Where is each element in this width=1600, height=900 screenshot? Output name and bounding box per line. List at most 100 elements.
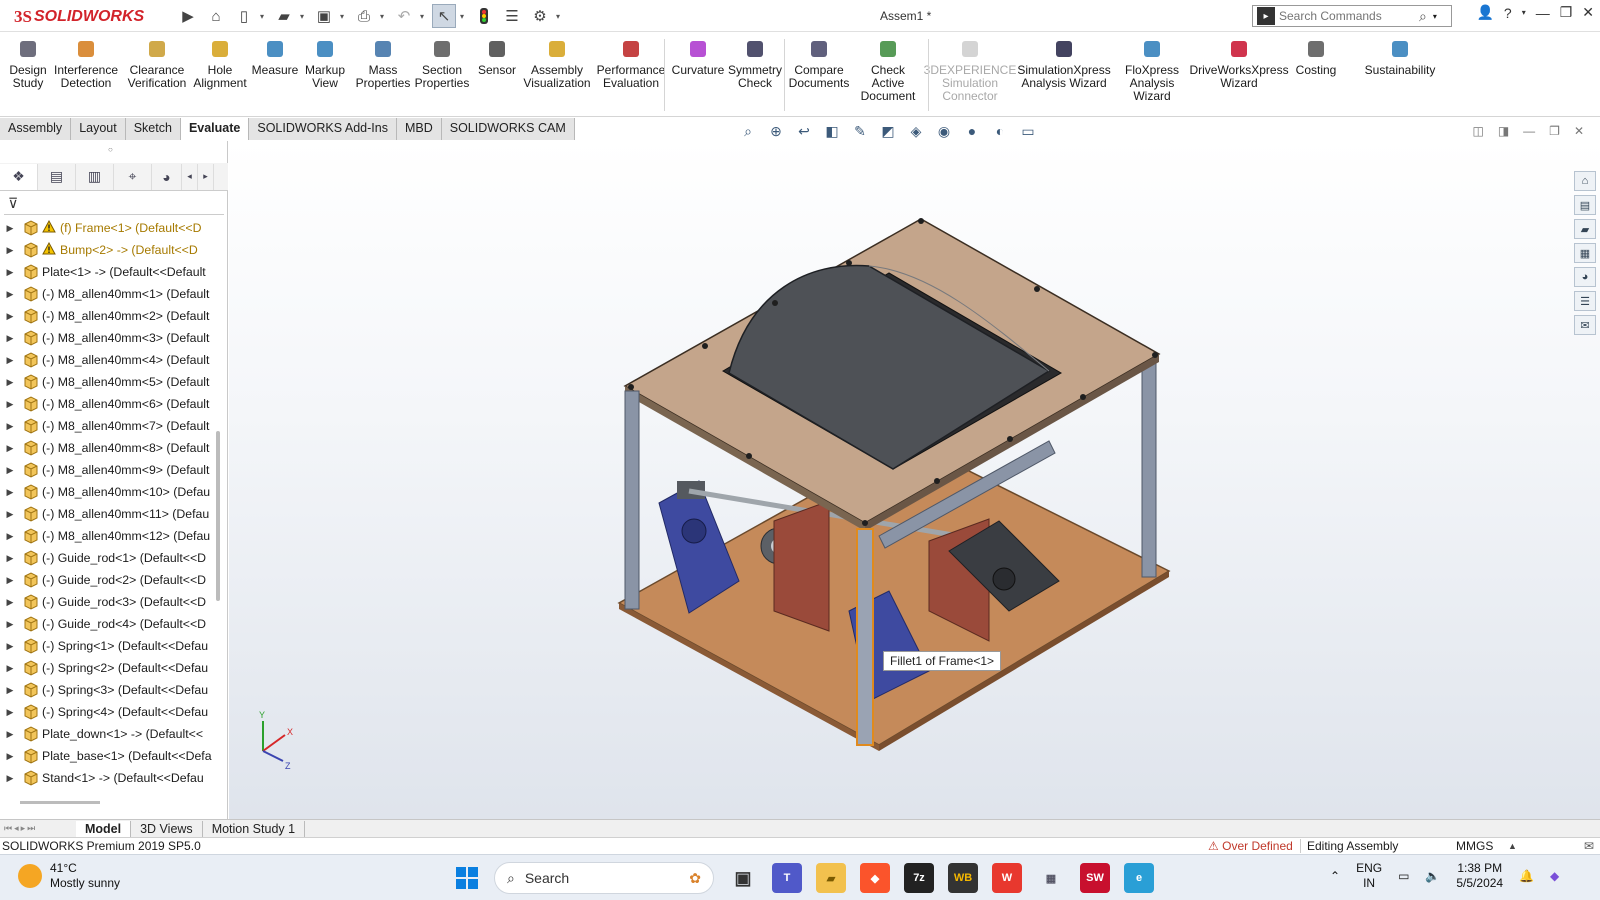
edge-browser-icon[interactable]: e <box>1124 863 1154 893</box>
tree-item[interactable]: ▶ (-) Guide_rod<1> (Default<<D <box>0 547 220 569</box>
new-dropdown-icon[interactable]: ▾ <box>260 12 268 21</box>
expand-arrow-icon[interactable]: ▶ <box>0 399 20 410</box>
driveworks-button[interactable]: DriveWorksXpress Wizard <box>1189 37 1289 113</box>
filter-icon[interactable]: ⊽ <box>8 195 18 212</box>
close-icon[interactable]: ✕ <box>1582 4 1594 21</box>
display-manager-tab-icon[interactable]: ◕ <box>152 163 182 190</box>
hide-show-items-icon[interactable]: ◉ <box>934 122 954 140</box>
last-tab-icon[interactable]: ⏭ <box>27 823 35 834</box>
file-explorer-taskbar-icon[interactable]: ▰ <box>816 863 846 893</box>
previous-view-icon[interactable]: ↩ <box>794 122 814 140</box>
next-tab-icon[interactable]: ▸ <box>21 823 26 834</box>
file-explorer-icon[interactable]: ▰ <box>1574 219 1596 239</box>
performance-button[interactable]: Performance Evaluation <box>597 37 665 113</box>
custom-properties-icon[interactable]: ☰ <box>1574 291 1596 311</box>
network-icon[interactable]: ▭ <box>1398 869 1409 883</box>
taskbar-search[interactable]: ⌕ Search ✿ <box>494 862 714 894</box>
tree-item[interactable]: ▶ Plate<1> -> (Default<<Default <box>0 261 220 283</box>
tab-assembly[interactable]: Assembly <box>0 118 72 140</box>
tree-item[interactable]: ▶ (-) M8_allen40mm<1> (Default <box>0 283 220 305</box>
section-view-icon[interactable]: ◧ <box>822 122 842 140</box>
view-orientation-icon[interactable]: ◩ <box>878 122 898 140</box>
select-dropdown-icon[interactable]: ▾ <box>460 12 468 21</box>
tree-horizontal-scrollbar[interactable] <box>20 801 100 804</box>
dynamic-annotation-icon[interactable]: ✎ <box>850 122 870 140</box>
tree-item[interactable]: ▶ (-) Spring<1> (Default<<Defau <box>0 635 220 657</box>
tree-item[interactable]: ▶ (-) M8_allen40mm<6> (Default <box>0 393 220 415</box>
markup-button[interactable]: Markup View <box>302 37 348 113</box>
expand-arrow-icon[interactable]: ▶ <box>0 531 20 542</box>
tile-left-icon[interactable]: ◫ <box>1472 124 1483 138</box>
undo-dropdown-icon[interactable]: ▾ <box>420 12 428 21</box>
expand-arrow-icon[interactable]: ▶ <box>0 597 20 608</box>
over-defined-status[interactable]: ⚠ Over Defined <box>1208 839 1293 853</box>
select-pointer-icon[interactable]: ↖ <box>432 4 456 28</box>
tab-3d-views[interactable]: 3D Views <box>131 820 203 837</box>
expand-arrow-icon[interactable]: ▶ <box>0 421 20 432</box>
weather-widget[interactable]: 41°C Mostly sunny <box>18 861 120 891</box>
expand-arrow-icon[interactable]: ▶ <box>0 333 20 344</box>
tab-mbd[interactable]: MBD <box>396 118 442 140</box>
teams-icon[interactable]: T <box>772 863 802 893</box>
tree-item[interactable]: ▶ (f) Frame<1> (Default<<D <box>0 217 220 239</box>
user-account-icon[interactable]: 👤 <box>1476 4 1493 21</box>
design-study-button[interactable]: Design Study <box>8 37 48 113</box>
zoom-to-fit-icon[interactable]: ⌕ <box>738 122 758 140</box>
windows-start-icon[interactable] <box>452 863 482 893</box>
expand-arrow-icon[interactable]: ▶ <box>0 465 20 476</box>
tree-item[interactable]: ▶ (-) Guide_rod<2> (Default<<D <box>0 569 220 591</box>
search-commands[interactable]: ▸ ⌕ ▾ <box>1252 5 1452 27</box>
notification-bell-icon[interactable]: 🔔 <box>1519 869 1534 883</box>
7zip-icon[interactable]: 7z <box>904 863 934 893</box>
expand-arrow-icon[interactable]: ▶ <box>0 641 20 652</box>
expand-arrow-icon[interactable]: ▶ <box>0 487 20 498</box>
expand-arrow-icon[interactable]: ▶ <box>0 509 20 520</box>
wps-office-icon[interactable]: W <box>992 863 1022 893</box>
expand-arrow-icon[interactable]: ▶ <box>0 729 20 740</box>
tree-vertical-scrollbar[interactable] <box>216 431 220 601</box>
input-language[interactable]: ENG IN <box>1356 861 1382 891</box>
property-manager-tab-icon[interactable]: ▤ <box>38 163 76 190</box>
view-palette-icon[interactable]: ▦ <box>1574 243 1596 263</box>
help-dropdown-icon[interactable]: ▾ <box>1522 8 1526 17</box>
search-commands-input[interactable] <box>1279 9 1419 23</box>
workbench-icon[interactable]: WB <box>948 863 978 893</box>
feedback-icon[interactable]: ✉ <box>1584 839 1594 853</box>
tree-item[interactable]: ▶ (-) M8_allen40mm<5> (Default <box>0 371 220 393</box>
tree-item[interactable]: ▶ Plate_base<1> (Default<<Defa <box>0 745 220 767</box>
save-icon[interactable]: ▣ <box>312 4 336 28</box>
tree-item[interactable]: ▶ Stand<1> -> (Default<<Defau <box>0 767 220 789</box>
tree-item[interactable]: ▶ Bump<2> -> (Default<<D <box>0 239 220 261</box>
expand-arrow-icon[interactable]: ▶ <box>0 575 20 586</box>
display-style-icon[interactable]: ◈ <box>906 122 926 140</box>
help-icon[interactable]: ? <box>1504 5 1512 21</box>
expand-arrow-icon[interactable]: ▶ <box>0 553 20 564</box>
dimxpert-manager-tab-icon[interactable]: ⌖ <box>114 163 152 190</box>
app-grid-icon[interactable]: ▦ <box>1036 863 1066 893</box>
minimize-icon[interactable]: — <box>1536 5 1550 21</box>
section-properties-button[interactable]: Section Properties <box>414 37 470 113</box>
tree-item[interactable]: ▶ (-) M8_allen40mm<10> (Defau <box>0 481 220 503</box>
copilot-icon[interactable]: ◆ <box>1550 869 1559 883</box>
forum-icon[interactable]: ✉ <box>1574 315 1596 335</box>
print-icon[interactable]: ⎙ <box>352 4 376 28</box>
solidworks-resources-icon[interactable]: ⌂ <box>1574 171 1596 191</box>
tab-sketch[interactable]: Sketch <box>125 118 181 140</box>
compare-button[interactable]: Compare Documents <box>789 37 849 113</box>
tab-solidworks-cam[interactable]: SOLIDWORKS CAM <box>441 118 575 140</box>
tree-item[interactable]: ▶ (-) M8_allen40mm<3> (Default <box>0 327 220 349</box>
expand-arrow-icon[interactable]: ▶ <box>0 355 20 366</box>
tree-filter[interactable]: ⊽ <box>4 193 224 215</box>
view-settings-icon[interactable]: ▭ <box>1018 122 1038 140</box>
tree-item[interactable]: ▶ (-) M8_allen40mm<8> (Default <box>0 437 220 459</box>
assembly-visualization-button[interactable]: Assembly Visualization <box>520 37 594 113</box>
expand-arrow-icon[interactable]: ▶ <box>0 377 20 388</box>
tree-item[interactable]: ▶ (-) M8_allen40mm<2> (Default <box>0 305 220 327</box>
3dx-button[interactable]: 3DEXPERIENCE Simulation Connector <box>924 37 1016 113</box>
edit-appearance-icon[interactable]: ● <box>962 122 982 140</box>
viewport-close-icon[interactable]: ✕ <box>1574 124 1584 138</box>
open-icon[interactable]: ▰ <box>272 4 296 28</box>
tree-item[interactable]: ▶ (-) M8_allen40mm<9> (Default <box>0 459 220 481</box>
save-dropdown-icon[interactable]: ▾ <box>340 12 348 21</box>
sensor-button[interactable]: Sensor <box>478 37 516 113</box>
